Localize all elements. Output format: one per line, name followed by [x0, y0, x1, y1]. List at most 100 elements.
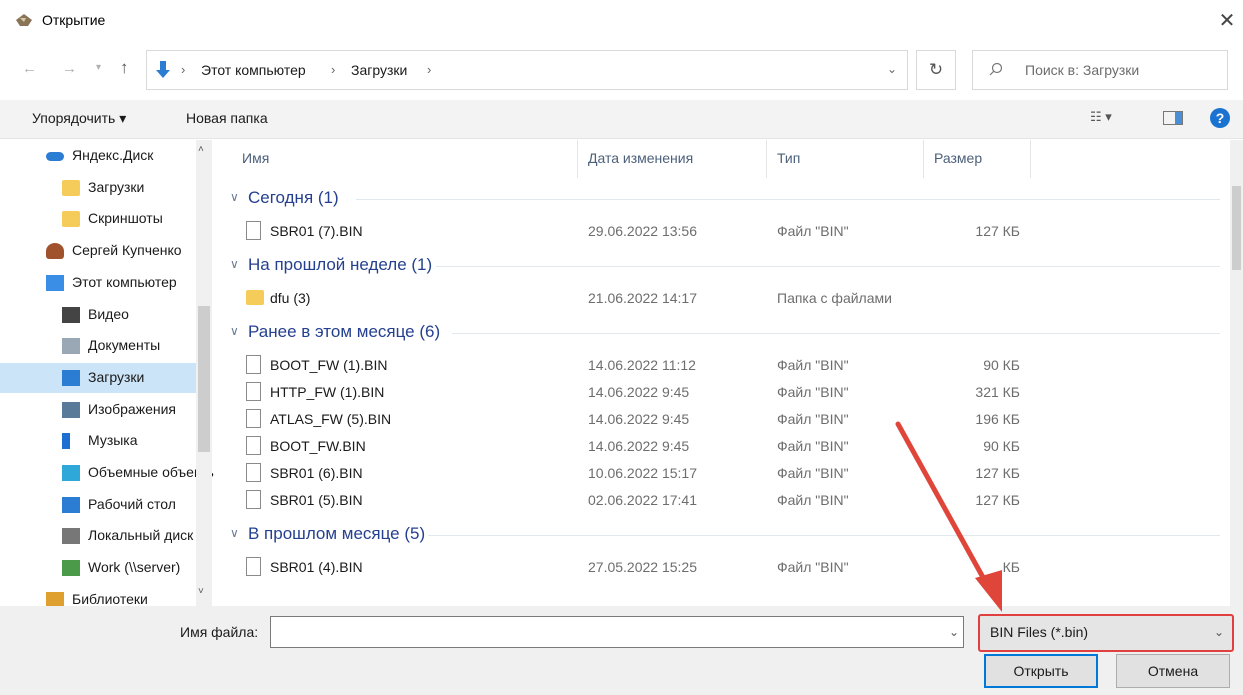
nav-scroll-down-arrow[interactable]: ˅	[198, 586, 204, 597]
file-date: 14.06.2022 9:45	[588, 411, 690, 427]
sidebar-item[interactable]: Объемные объекты	[0, 458, 214, 488]
up-button[interactable]: ↑	[120, 58, 129, 78]
breadcrumb-separator: ›	[331, 62, 336, 77]
column-header-size[interactable]: Размер	[934, 150, 982, 166]
sidebar-item[interactable]: Библиотеки	[0, 585, 200, 606]
column-header-type[interactable]: Тип	[777, 150, 800, 166]
file-list[interactable]: Имя Дата изменения Тип Размер ∨ Сегодня (…	[220, 140, 1230, 606]
group-header[interactable]: ∨ На прошлой неделе (1)	[228, 251, 1228, 281]
address-dropdown-icon[interactable]: ⌄	[887, 62, 897, 76]
group-divider-line	[436, 266, 1220, 267]
file-size: 127 КБ	[975, 492, 1020, 508]
file-row[interactable]: BOOT_FW.BIN 14.06.2022 9:45 Файл "BIN" 90 К…	[220, 433, 1220, 460]
user-icon	[46, 243, 64, 260]
file-type-filter-select[interactable]: BIN Files (*.bin) ⌄	[978, 614, 1234, 652]
breadcrumb-this-pc[interactable]: Этот компьютер	[201, 62, 306, 78]
organize-button[interactable]: Упорядочить ▾	[32, 110, 126, 127]
sidebar-item-label: Загрузки	[88, 368, 145, 385]
network-drive-icon	[62, 560, 80, 577]
file-row[interactable]: SBR01 (4).BIN 27.05.2022 15:25 Файл "BIN" К…	[220, 554, 1220, 581]
file-row[interactable]: ATLAS_FW (5).BIN 14.06.2022 9:45 Файл "BIN…	[220, 406, 1220, 433]
sidebar-item[interactable]: Видео	[0, 300, 200, 330]
file-type-filter-value: BIN Files (*.bin)	[990, 624, 1089, 640]
file-icon	[246, 463, 261, 482]
file-row[interactable]: BOOT_FW (1).BIN 14.06.2022 11:12 Файл "BIN…	[220, 352, 1220, 379]
nav-scrollbar-thumb[interactable]	[198, 306, 210, 452]
refresh-button[interactable]: ↻	[916, 50, 956, 90]
help-button[interactable]: ?	[1210, 108, 1230, 128]
column-header-name[interactable]: Имя	[242, 150, 269, 166]
file-size: КБ	[1002, 559, 1020, 575]
sidebar-item[interactable]: Музыка	[0, 426, 200, 456]
group-collapse-chevron-icon[interactable]: ∨	[230, 257, 239, 271]
address-bar[interactable]: › Этот компьютер › Загрузки › ⌄	[146, 50, 908, 90]
search-icon	[989, 62, 1003, 76]
change-view-button[interactable]: ☷ ▾	[1090, 109, 1112, 125]
file-list-scrollbar-thumb[interactable]	[1232, 186, 1241, 270]
sidebar-item[interactable]: Документы	[0, 331, 200, 361]
recent-locations-button[interactable]: ▾	[96, 62, 101, 73]
new-folder-button[interactable]: Новая папка	[186, 110, 268, 126]
sidebar-item[interactable]: Скриншоты	[0, 204, 200, 234]
group-collapse-chevron-icon[interactable]: ∨	[230, 190, 239, 204]
column-divider[interactable]	[923, 140, 924, 178]
file-row[interactable]: SBR01 (7).BIN 29.06.2022 13:56 Файл "BIN" 1…	[220, 218, 1220, 245]
file-row[interactable]: SBR01 (5).BIN 02.06.2022 17:41 Файл "BIN" 1…	[220, 487, 1220, 514]
group-header[interactable]: ∨ Сегодня (1)	[228, 184, 1228, 214]
file-name: SBR01 (6).BIN	[270, 465, 363, 481]
sidebar-item[interactable]: Work (\\server)	[0, 553, 200, 583]
sidebar-item[interactable]: Яндекс.Диск	[0, 141, 200, 171]
search-input[interactable]: Поиск в: Загрузки	[972, 50, 1228, 90]
file-row[interactable]: HTTP_FW (1).BIN 14.06.2022 9:45 Файл "BIN"…	[220, 379, 1220, 406]
file-type: Файл "BIN"	[777, 223, 849, 239]
column-divider[interactable]	[766, 140, 767, 178]
file-type: Папка с файлами	[777, 290, 892, 306]
nav-scroll-up-arrow[interactable]: ˄	[198, 144, 204, 155]
column-divider[interactable]	[1030, 140, 1031, 178]
sidebar-item-label: Яндекс.Диск	[72, 147, 154, 163]
sidebar-item[interactable]: Сергей Купченко	[0, 236, 200, 266]
filename-label: Имя файла:	[180, 624, 259, 640]
group-collapse-chevron-icon[interactable]: ∨	[230, 324, 239, 338]
filename-input[interactable]: ⌄	[270, 616, 964, 648]
file-name: SBR01 (7).BIN	[270, 223, 363, 239]
back-button[interactable]: ←	[22, 60, 37, 77]
sidebar-item[interactable]: Рабочий стол	[0, 490, 200, 520]
column-header-date[interactable]: Дата изменения	[588, 150, 693, 166]
folder-icon	[62, 211, 80, 228]
file-type: Файл "BIN"	[777, 384, 849, 400]
file-date: 27.05.2022 15:25	[588, 559, 697, 575]
title-bar: Открытие ✕	[0, 0, 1243, 42]
group-divider-line	[356, 199, 1220, 200]
group-collapse-chevron-icon[interactable]: ∨	[230, 526, 239, 540]
group-header[interactable]: ∨ Ранее в этом месяце (6)	[228, 318, 1228, 348]
breadcrumb-downloads[interactable]: Загрузки	[351, 62, 407, 78]
file-date: 21.06.2022 14:17	[588, 290, 697, 306]
cancel-button[interactable]: Отмена	[1116, 654, 1230, 688]
sidebar-item[interactable]: Локальный диск	[0, 521, 200, 551]
open-button[interactable]: Открыть	[984, 654, 1098, 688]
navigation-pane[interactable]: Яндекс.Диск Загрузки Скриншоты Сергей Купче…	[0, 140, 214, 606]
folder-icon	[246, 290, 264, 305]
preview-pane-icon	[1175, 112, 1182, 124]
sidebar-item[interactable]: Загрузки	[0, 362, 200, 393]
close-button[interactable]: ✕	[1214, 8, 1240, 34]
file-size: 90 КБ	[983, 357, 1020, 373]
file-icon	[246, 409, 261, 428]
group-header[interactable]: ∨ В прошлом месяце (5)	[228, 520, 1228, 550]
sidebar-item[interactable]: Изображения	[0, 395, 200, 425]
window-title: Открытие	[42, 12, 106, 28]
filter-dropdown-icon[interactable]: ⌄	[1214, 625, 1224, 639]
sidebar-item-label: Work (\\server)	[88, 559, 181, 576]
sidebar-item[interactable]: Этот компьютер	[0, 268, 200, 298]
breadcrumb-separator: ›	[427, 62, 432, 77]
filename-dropdown-icon[interactable]: ⌄	[949, 625, 959, 639]
file-date: 10.06.2022 15:17	[588, 465, 697, 481]
file-row[interactable]: dfu (3) 21.06.2022 14:17 Папка с файлами	[220, 285, 1220, 312]
preview-pane-button[interactable]	[1163, 111, 1183, 125]
column-divider[interactable]	[577, 140, 578, 178]
file-row[interactable]: SBR01 (6).BIN 10.06.2022 15:17 Файл "BIN" 1…	[220, 460, 1220, 487]
sidebar-item[interactable]: Загрузки	[0, 173, 200, 203]
forward-button[interactable]: →	[62, 60, 77, 77]
download-arrow-icon	[156, 61, 170, 78]
